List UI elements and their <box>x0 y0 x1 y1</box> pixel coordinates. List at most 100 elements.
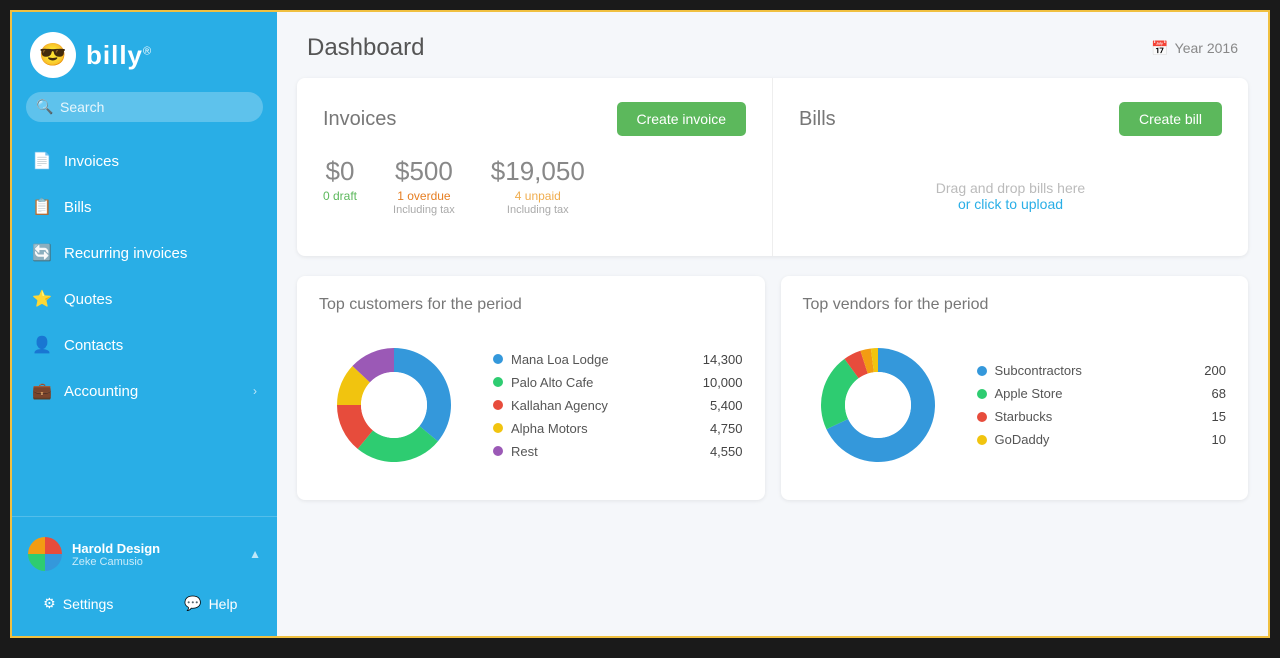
main-content: Dashboard 📅 Year 2016 Invoices Create in… <box>277 12 1268 636</box>
legend-value: 4,550 <box>703 444 743 459</box>
create-invoice-button[interactable]: Create invoice <box>617 102 747 136</box>
customers-chart-body: Mana Loa Lodge 14,300 Palo Alto Cafe 10,… <box>319 330 743 480</box>
customers-chart-title: Top customers for the period <box>319 296 743 314</box>
sidebar-item-contacts[interactable]: 👤 Contacts <box>12 322 277 368</box>
invoices-card-header: Invoices Create invoice <box>323 102 746 136</box>
legend-item: Rest 4,550 <box>493 444 743 459</box>
user-info: Harold Design Zeke Camusio <box>72 541 239 568</box>
stat-unpaid: $19,050 4 unpaid Including tax <box>491 156 585 216</box>
search-input[interactable] <box>26 92 263 122</box>
user-avatar <box>28 537 62 571</box>
legend-value: 10,000 <box>703 375 743 390</box>
legend-label: Mana Loa Lodge <box>511 352 695 367</box>
legend-label: Starbucks <box>995 409 1179 424</box>
legend-dot <box>977 389 987 399</box>
stat-label: 1 overdue <box>393 189 455 203</box>
stat-amount: $0 <box>323 156 357 187</box>
vendors-chart-body: Subcontractors 200 Apple Store 68 Starbu… <box>803 330 1227 480</box>
user-role: Zeke Camusio <box>72 556 239 568</box>
legend-label: Palo Alto Cafe <box>511 375 695 390</box>
accounting-icon: 💼 <box>32 381 52 401</box>
legend-value: 10 <box>1186 432 1226 447</box>
sidebar-item-quotes[interactable]: ⭐ Quotes <box>12 276 277 322</box>
drop-link[interactable]: or click to upload <box>958 196 1063 212</box>
invoice-stats: $0 0 draft $500 1 overdue Including tax … <box>323 156 746 216</box>
quotes-icon: ⭐ <box>32 289 52 309</box>
vendors-chart: Top vendors for the period Subcontractor… <box>781 276 1249 500</box>
legend-value: 200 <box>1186 363 1226 378</box>
legend-label: Rest <box>511 444 695 459</box>
invoices-title: Invoices <box>323 108 396 131</box>
invoices-card: Invoices Create invoice $0 0 draft $500 … <box>297 78 772 256</box>
legend-dot <box>493 400 503 410</box>
sidebar-item-bills[interactable]: 📋 Bills <box>12 184 277 230</box>
page-title: Dashboard <box>307 34 424 62</box>
bottom-nav-help[interactable]: 💬Help <box>145 587 278 620</box>
legend-label: Kallahan Agency <box>511 398 695 413</box>
legend-dot <box>977 366 987 376</box>
legend-label: Alpha Motors <box>511 421 695 436</box>
bottom-nav-settings[interactable]: ⚙Settings <box>12 587 145 620</box>
main-header: Dashboard 📅 Year 2016 <box>277 12 1268 78</box>
dashboard-content: Invoices Create invoice $0 0 draft $500 … <box>277 78 1268 520</box>
chevron-right-icon: › <box>253 384 257 398</box>
sidebar-item-accounting[interactable]: 💼 Accounting › <box>12 368 277 414</box>
legend-value: 14,300 <box>703 352 743 367</box>
sidebar-item-recurring[interactable]: 🔄 Recurring invoices <box>12 230 277 276</box>
stat-overdue: $500 1 overdue Including tax <box>393 156 455 216</box>
bottom-nav: ⚙Settings💬Help <box>12 581 277 626</box>
sidebar-item-label: Quotes <box>64 291 112 308</box>
stat-amount: $500 <box>393 156 455 187</box>
stat-amount: $19,050 <box>491 156 585 187</box>
invoices-icon: 📄 <box>32 151 52 171</box>
stat-draft: $0 0 draft <box>323 156 357 203</box>
customers-donut <box>319 330 469 480</box>
search-icon: 🔍 <box>36 99 53 116</box>
legend-item: Palo Alto Cafe 10,000 <box>493 375 743 390</box>
vendors-legend: Subcontractors 200 Apple Store 68 Starbu… <box>977 363 1227 447</box>
year-label: Year 2016 <box>1175 40 1238 56</box>
sidebar-item-label: Accounting <box>64 383 138 400</box>
customers-legend: Mana Loa Lodge 14,300 Palo Alto Cafe 10,… <box>493 352 743 459</box>
legend-dot <box>493 377 503 387</box>
legend-value: 4,750 <box>703 421 743 436</box>
sidebar-item-label: Bills <box>64 199 92 216</box>
legend-label: Apple Store <box>995 386 1179 401</box>
stat-sub: Including tax <box>393 204 455 216</box>
legend-dot <box>493 354 503 364</box>
user-name: Harold Design <box>72 541 239 556</box>
bills-card: Bills Create bill Drag and drop bills he… <box>772 78 1248 256</box>
bills-card-header: Bills Create bill <box>799 102 1222 136</box>
sidebar-item-label: Invoices <box>64 153 119 170</box>
bills-title: Bills <box>799 108 836 131</box>
sidebar-item-invoices[interactable]: 📄 Invoices <box>12 138 277 184</box>
sidebar-nav: 📄 Invoices 📋 Bills 🔄 Recurring invoices … <box>12 132 277 516</box>
avatar: 😎 <box>30 32 76 78</box>
stat-sub: Including tax <box>491 204 585 216</box>
help-icon: 💬 <box>184 595 201 612</box>
year-selector[interactable]: 📅 Year 2016 <box>1151 40 1238 57</box>
legend-label: GoDaddy <box>995 432 1179 447</box>
legend-item: Kallahan Agency 5,400 <box>493 398 743 413</box>
stat-label: 4 unpaid <box>491 189 585 203</box>
legend-label: Subcontractors <box>995 363 1179 378</box>
legend-value: 68 <box>1186 386 1226 401</box>
create-bill-button[interactable]: Create bill <box>1119 102 1222 136</box>
legend-value: 5,400 <box>703 398 743 413</box>
legend-dot <box>977 412 987 422</box>
user-profile[interactable]: Harold Design Zeke Camusio ▲ <box>12 527 277 581</box>
legend-item: Starbucks 15 <box>977 409 1227 424</box>
vendors-chart-title: Top vendors for the period <box>803 296 1227 314</box>
vendors-donut <box>803 330 953 480</box>
legend-dot <box>493 423 503 433</box>
charts-row: Top customers for the period Mana Loa Lo… <box>297 276 1248 500</box>
legend-item: Subcontractors 200 <box>977 363 1227 378</box>
sidebar: 😎 billy® 🔍 📄 Invoices 📋 Bills 🔄 Recurrin… <box>12 12 277 636</box>
drop-text: Drag and drop bills here <box>936 180 1085 196</box>
stat-label: 0 draft <box>323 189 357 203</box>
brand-name: billy® <box>86 40 152 71</box>
contacts-icon: 👤 <box>32 335 52 355</box>
bills-icon: 📋 <box>32 197 52 217</box>
bills-drop-area[interactable]: Drag and drop bills here or click to upl… <box>799 156 1222 236</box>
settings-icon: ⚙ <box>43 595 56 612</box>
